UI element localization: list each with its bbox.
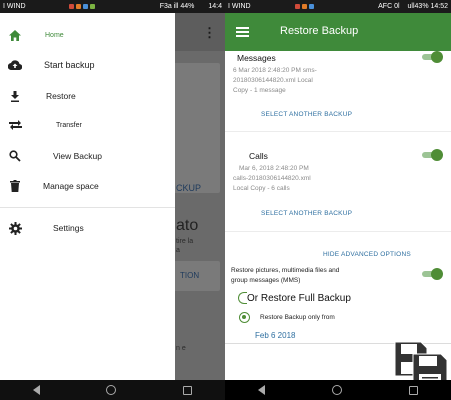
trash-icon <box>8 179 22 193</box>
back-icon[interactable] <box>258 385 266 395</box>
mms-option-text: Restore pictures, multimedia files and g… <box>231 266 339 286</box>
section-divider <box>225 231 451 232</box>
meta-line: Copy - 1 message <box>233 87 286 94</box>
messages-backup-info: 6 Mar 2018 2:48:20 PM sms- 2018030614482… <box>233 66 317 96</box>
mms-line: Restore pictures, multimedia files and <box>231 267 340 274</box>
background-bottom-text: n e <box>176 345 186 352</box>
gear-icon <box>8 221 22 235</box>
drawer-item-start-backup[interactable]: Start backup <box>0 51 175 79</box>
search-icon <box>8 149 22 163</box>
hamburger-menu-icon[interactable] <box>236 27 249 37</box>
right-phone-screen: I WIND AFC 0l ull43% 14:52 Restore Backu… <box>225 0 451 400</box>
drawer-item-label: Transfer <box>56 121 82 129</box>
restore-full-backup-option[interactable]: Or Restore Full Backup <box>247 293 351 304</box>
recents-icon[interactable] <box>408 385 418 395</box>
background-small-text: tire la <box>176 238 194 245</box>
messages-select-another-backup-link[interactable]: SELECT ANOTHER BACKUP <box>261 111 352 118</box>
home-button-icon[interactable] <box>106 385 117 395</box>
background-card-text: TION <box>180 271 200 280</box>
background-big-text: ato <box>176 217 199 234</box>
calls-title: Calls <box>249 151 268 161</box>
restore-from-date-value[interactable]: Feb 6 2018 <box>255 331 295 340</box>
system-nav-bar <box>0 380 225 400</box>
drawer-item-label: Start backup <box>44 60 95 70</box>
meta-line: calls-20180306144820.xml <box>233 175 311 182</box>
messages-title: Messages <box>237 53 276 63</box>
calls-select-another-backup-link[interactable]: SELECT ANOTHER BACKUP <box>261 210 352 217</box>
drawer-item-home[interactable]: Home <box>0 21 175 49</box>
drawer-divider <box>0 207 175 208</box>
transfer-arrows-icon <box>8 118 22 132</box>
drawer-item-label: Restore <box>46 91 76 101</box>
back-icon[interactable] <box>33 385 41 395</box>
calls-backup-info: Mar 6, 2018 2:48:20 PM calls-20180306144… <box>233 164 311 194</box>
radio-full-backup[interactable] <box>238 292 247 304</box>
app-bar: Restore Backup <box>225 13 451 51</box>
drawer-item-label: View Backup <box>53 151 102 161</box>
messages-toggle[interactable] <box>422 51 443 63</box>
battery-clock-text: ull43% 14:52 <box>407 3 449 10</box>
drawer-item-label: Home <box>45 31 64 39</box>
meta-line: 6 Mar 2018 2:48:20 PM sms- <box>233 67 317 74</box>
navigation-drawer: Home Start backup Restore Transfer View … <box>0 13 175 380</box>
status-bar: I WIND AFC 0l ull43% 14:52 <box>225 0 451 13</box>
home-icon <box>8 28 22 42</box>
carrier-text: I WIND <box>3 3 26 10</box>
page-title: Restore Backup <box>280 25 359 37</box>
radio-restore-from-date[interactable] <box>239 312 250 323</box>
meta-line: Mar 6, 2018 2:48:20 PM <box>239 165 309 172</box>
calls-toggle[interactable] <box>422 149 443 161</box>
drawer-item-manage-space[interactable]: Manage space <box>0 172 175 200</box>
background-small-text: a <box>176 247 180 254</box>
notification-icon <box>301 4 307 9</box>
clock-text: 14:4 <box>208 3 223 10</box>
restore-from-date-option[interactable]: Restore Backup only from <box>260 313 335 323</box>
cloud-upload-icon <box>8 58 22 72</box>
notification-icon <box>76 4 82 9</box>
notification-icon <box>69 4 75 9</box>
drawer-item-settings[interactable]: Settings <box>0 214 175 242</box>
drawer-item-label: Settings <box>53 223 84 233</box>
meta-line: 20180306144820.xml Local <box>233 77 313 84</box>
notification-icon <box>294 4 300 9</box>
mms-line: group messages (MMS) <box>231 277 301 284</box>
drawer-item-label: Manage space <box>43 181 99 191</box>
drawer-item-restore[interactable]: Restore <box>0 82 175 110</box>
home-button-icon[interactable] <box>331 385 342 395</box>
download-icon <box>8 89 22 103</box>
overflow-menu-icon: ⋮ <box>203 25 216 40</box>
drawer-item-transfer[interactable]: Transfer <box>0 111 175 139</box>
status-text: AFC 0l <box>378 3 400 10</box>
status-bar: I WIND F3a ill 44% 14:4 <box>0 0 225 13</box>
recents-icon[interactable] <box>182 385 192 395</box>
battery-text: F3a ill 44% <box>159 3 195 10</box>
system-nav-bar <box>225 380 451 400</box>
mms-toggle[interactable] <box>422 268 443 280</box>
notification-icon <box>308 4 314 9</box>
section-divider <box>225 131 451 132</box>
drawer-item-view-backup[interactable]: View Backup <box>0 142 175 170</box>
restore-options-panel: Messages 6 Mar 2018 2:48:20 PM sms- 2018… <box>225 51 451 380</box>
hide-advanced-options-link[interactable]: HIDE ADVANCED OPTIONS <box>323 251 411 258</box>
notification-icon <box>90 4 96 9</box>
notification-icon <box>83 4 89 9</box>
carrier-text: I WIND <box>228 3 251 10</box>
meta-line: Local Copy - 6 calls <box>233 185 290 192</box>
left-phone-screen: I WIND F3a ill 44% 14:4 ⋮ CKUP ato tire … <box>0 0 225 400</box>
background-card-text: CKUP <box>176 183 202 193</box>
